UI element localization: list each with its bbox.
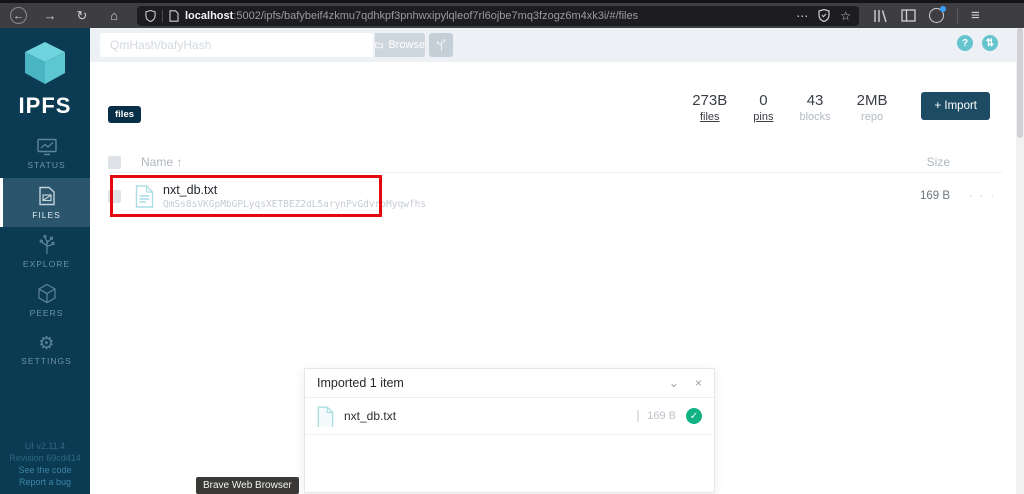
collapse-icon[interactable]: ⌄: [669, 376, 679, 390]
bookmark-star-icon[interactable]: ☆: [840, 9, 851, 23]
row-menu-icon[interactable]: · · ·: [969, 190, 996, 202]
reload-icon[interactable]: ↻: [73, 7, 91, 25]
url-text[interactable]: localhost:5002/ipfs/bafybeif4zkmu7qdhkpf…: [185, 10, 790, 22]
sidebar-item-label: STATUS: [27, 159, 66, 170]
forward-icon[interactable]: →: [41, 7, 59, 25]
divider: [957, 7, 958, 24]
url-bar[interactable]: localhost:5002/ipfs/bafybeif4zkmu7qdhkpf…: [137, 5, 859, 26]
sidebar-item-files[interactable]: FILES: [0, 178, 90, 227]
sidebar-item-explore[interactable]: EXPLORE: [0, 227, 90, 276]
page-icon: [169, 9, 179, 22]
sidebar-item-label: FILES: [32, 209, 61, 220]
scrollbar-thumb[interactable]: [1017, 28, 1023, 138]
library-icon[interactable]: [873, 9, 888, 23]
stats-bar: 273B files 0 pins 43 blocks 2MB repo + I…: [692, 92, 990, 123]
file-name: nxt_db.txt: [163, 182, 218, 197]
settings-gear-icon: ⚙: [38, 332, 55, 353]
breadcrumb[interactable]: files: [108, 106, 142, 123]
tracking-shield-icon: [145, 9, 156, 22]
stat-repo: 2MB repo: [857, 92, 888, 123]
stat-pins[interactable]: 0 pins: [753, 92, 773, 123]
header-bar: Browse ? ⇅: [90, 28, 1016, 62]
stat-value: 273B: [692, 92, 728, 109]
inspect-button[interactable]: [429, 33, 453, 57]
file-hash: QmSs8sVKGpMbGPLyqsXETBEZ2dL5arynPvGdvroM…: [163, 198, 427, 210]
browse-label: Browse: [388, 39, 425, 51]
sidebar-item-label: SETTINGS: [21, 355, 72, 366]
sidebar: IPFS STATUS FILES EXPLORE PEERS ⚙ SETTIN…: [0, 28, 90, 494]
report-bug-link[interactable]: Report a bug: [0, 476, 90, 488]
hash-search-input[interactable]: [100, 33, 373, 57]
name-header-label: Name: [141, 155, 174, 169]
sidebar-item-status[interactable]: STATUS: [0, 129, 90, 178]
page-scrollbar[interactable]: [1016, 28, 1024, 494]
imported-dialog: Imported 1 item ⌄ × nxt_db.txt 169 B ✓: [304, 368, 715, 493]
row-checkbox[interactable]: [108, 189, 121, 203]
ipfs-wordmark: IPFS: [18, 93, 72, 118]
file-size: 169 B: [919, 190, 950, 202]
taskbar-tooltip: Brave Web Browser: [196, 477, 299, 494]
main-content: Browse ? ⇅ files 273B files 0 pins 43 bl…: [90, 28, 1016, 494]
stat-label: pins: [753, 111, 774, 123]
imported-file-name: nxt_db.txt: [344, 409, 397, 423]
divider: [162, 9, 163, 22]
brave-shield-icon[interactable]: [818, 9, 830, 22]
peers-icon: [37, 283, 56, 304]
table-row[interactable]: nxt_db.txt QmSs8sVKGpMbGPLyqsXETBEZ2dL5a…: [108, 174, 1002, 218]
files-icon: [38, 186, 55, 205]
status-icon: [36, 138, 57, 155]
sidebar-nav: STATUS FILES EXPLORE PEERS ⚙ SETTINGS: [0, 129, 90, 374]
sidebar-item-peers[interactable]: PEERS: [0, 276, 90, 325]
stat-value: 0: [759, 92, 768, 109]
import-button[interactable]: + Import: [921, 92, 990, 120]
transfer-icon[interactable]: ⇅: [982, 35, 998, 51]
stat-blocks: 43 blocks: [799, 92, 830, 123]
sidebar-toggle-icon[interactable]: [901, 9, 916, 22]
browse-button[interactable]: Browse: [375, 33, 425, 57]
sapling-icon: [436, 39, 446, 51]
stat-label: repo: [861, 111, 884, 123]
see-code-link[interactable]: See the code: [0, 464, 90, 476]
ipfs-logo: IPFS: [19, 40, 72, 119]
back-icon[interactable]: ←: [10, 7, 27, 24]
imported-item-row: nxt_db.txt 169 B ✓: [305, 398, 714, 435]
imported-file-size: 169 B: [637, 410, 676, 422]
home-icon[interactable]: ⌂: [105, 7, 123, 25]
file-icon: [317, 405, 334, 427]
url-host: localhost: [185, 9, 234, 22]
page-actions-icon[interactable]: ⋯: [796, 9, 808, 23]
app-menu-icon[interactable]: ≡: [971, 7, 980, 24]
stat-label: blocks: [799, 111, 831, 123]
table-header: Name ↑ Size: [108, 152, 1002, 173]
screen: ← → ↻ ⌂ localhost:5002/ipfs/bafybeif4zkm…: [0, 0, 1024, 494]
success-check-icon: ✓: [686, 408, 702, 424]
dialog-header: Imported 1 item ⌄ ×: [305, 369, 714, 398]
version-info: UI v2.11.4 Revision 69cd414 See the code…: [0, 440, 90, 488]
ui-version: UI v2.11.4: [24, 441, 66, 451]
sort-arrow-icon: ↑: [176, 155, 183, 169]
close-icon[interactable]: ×: [695, 376, 702, 390]
dialog-title: Imported 1 item: [317, 376, 404, 390]
help-icon[interactable]: ?: [957, 35, 973, 51]
select-all-checkbox[interactable]: [108, 155, 121, 169]
browser-toolbar: ← → ↻ ⌂ localhost:5002/ipfs/bafybeif4zkm…: [0, 0, 1024, 28]
revision: Revision 69cd414: [9, 453, 81, 463]
profile-icon[interactable]: [929, 6, 946, 23]
sidebar-item-label: PEERS: [29, 308, 64, 318]
text-file-icon: [135, 184, 154, 208]
folder-icon: [375, 42, 384, 49]
sidebar-item-settings[interactable]: ⚙ SETTINGS: [0, 325, 90, 374]
ipfs-cube-icon: [25, 42, 65, 84]
stat-value: 43: [806, 92, 824, 109]
sidebar-item-label: EXPLORE: [22, 258, 71, 269]
stat-label: files: [699, 111, 720, 123]
explore-icon: [39, 234, 55, 254]
stat-files[interactable]: 273B files: [692, 92, 727, 123]
stat-value: 2MB: [856, 92, 888, 109]
url-path: :5002/ipfs/bafybeif4zkmu7qdhkpf3pnhwxipy…: [233, 9, 639, 22]
name-column-header[interactable]: Name ↑: [141, 155, 182, 169]
size-column-header[interactable]: Size: [927, 155, 950, 169]
